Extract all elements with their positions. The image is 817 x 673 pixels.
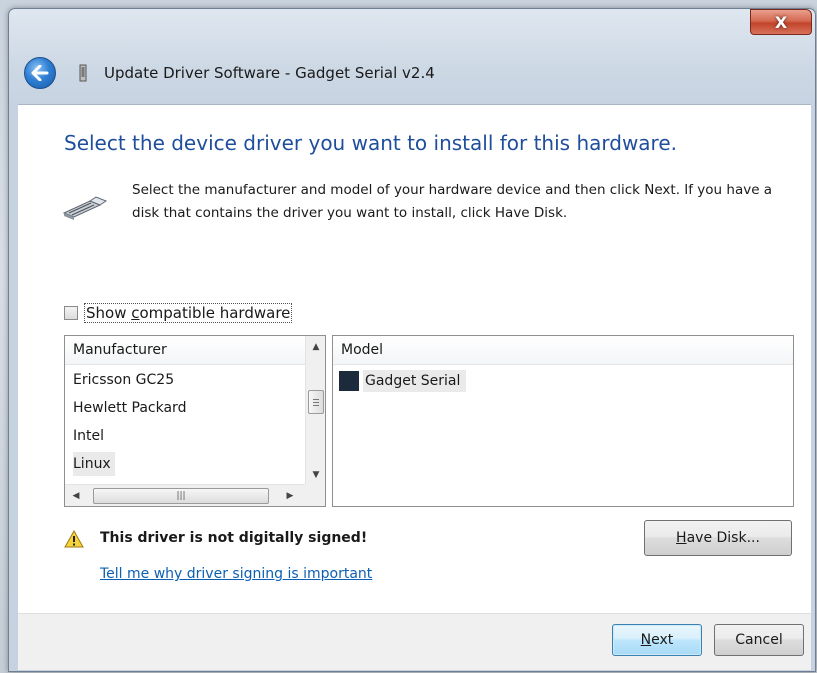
driver-signing-link[interactable]: Tell me why driver signing is important — [100, 566, 372, 582]
serial-cable-icon — [62, 196, 108, 220]
list-item-selected[interactable]: Linux — [65, 450, 305, 478]
device-icon — [79, 64, 87, 82]
dialog-footer: Next Cancel — [18, 613, 811, 670]
horizontal-scroll-thumb[interactable]: ||| — [93, 488, 269, 504]
vertical-scrollbar[interactable]: ▲ ▼ — [305, 336, 325, 484]
list-item[interactable]: Intel — [65, 422, 305, 450]
page-heading: Select the device driver you want to ins… — [64, 131, 677, 155]
horizontal-scrollbar[interactable]: ◀ ||| ▶ — [65, 484, 305, 506]
grip-line — [313, 399, 319, 400]
scroll-left-arrow-icon[interactable]: ◀ — [67, 485, 85, 506]
list-item[interactable]: Ericsson GC25 — [65, 366, 305, 394]
scroll-down-arrow-icon[interactable]: ▼ — [306, 466, 325, 484]
scroll-right-arrow-icon[interactable]: ▶ — [281, 485, 299, 506]
list-item-selected[interactable]: Gadget Serial — [339, 368, 467, 394]
scrollbar-corner — [305, 484, 325, 506]
model-column-header[interactable]: Model — [333, 336, 793, 365]
manufacturer-column-header[interactable]: Manufacturer — [65, 336, 325, 365]
driver-icon — [339, 371, 359, 391]
content-panel: Select the device driver you want to ins… — [18, 104, 811, 614]
show-compatible-checkbox-row[interactable]: Show compatible hardware — [64, 303, 293, 323]
back-arrow-icon — [31, 65, 49, 81]
back-button[interactable] — [24, 57, 56, 89]
grip-line — [313, 402, 319, 403]
model-list[interactable]: Model Gadget Serial — [332, 335, 794, 507]
warning-icon — [64, 530, 84, 548]
unsigned-driver-warning: This driver is not digitally signed! — [100, 530, 368, 546]
vertical-scroll-thumb[interactable] — [308, 390, 324, 414]
manufacturer-list[interactable]: Manufacturer Ericsson GC25 Hewlett Packa… — [64, 335, 326, 507]
show-compatible-checkbox[interactable] — [64, 306, 78, 320]
have-disk-button[interactable]: Have Disk... — [644, 520, 792, 556]
show-compatible-label[interactable]: Show compatible hardware — [84, 303, 293, 323]
instructions-text: Select the manufacturer and model of you… — [132, 182, 773, 221]
cancel-button[interactable]: Cancel — [714, 624, 804, 656]
close-button[interactable]: X — [750, 9, 812, 35]
close-icon: X — [774, 12, 788, 32]
window-title: Update Driver Software - Gadget Serial v… — [104, 64, 435, 82]
next-button[interactable]: Next — [612, 624, 702, 656]
manufacturer-items: Ericsson GC25 Hewlett Packard Intel Linu… — [65, 366, 305, 478]
scroll-up-arrow-icon[interactable]: ▲ — [306, 338, 325, 356]
list-item[interactable]: Hewlett Packard — [65, 394, 305, 422]
grip-line — [313, 405, 319, 406]
